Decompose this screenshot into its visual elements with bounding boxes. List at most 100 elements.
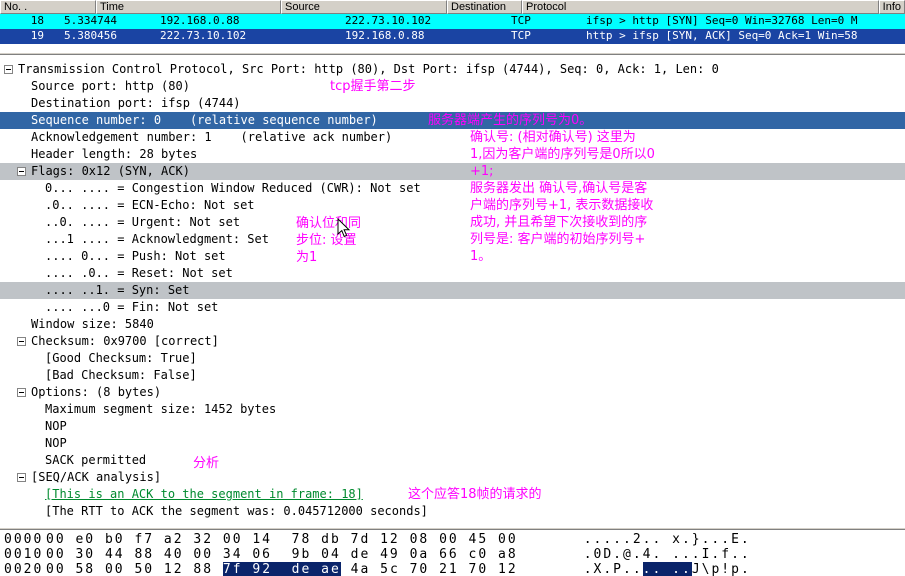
cell-info: http > ifsp [SYN, ACK] Seq=0 Ack=1 Win=5… bbox=[586, 29, 858, 42]
detail-row[interactable]: ...1 .... = Acknowledgment: Set bbox=[0, 231, 905, 248]
hex-ascii[interactable]: .0D.@.4. ...I.f.. bbox=[584, 547, 751, 562]
expander-icon[interactable] bbox=[17, 473, 26, 482]
hex-offset: 0010 bbox=[4, 547, 44, 562]
detail-text: .... ..1. = Syn: Set bbox=[45, 283, 190, 297]
annotation-analysis: 分析 bbox=[193, 456, 220, 471]
wireshark-window: No. . Time Source Destination Protocol I… bbox=[0, 0, 905, 576]
detail-row[interactable]: Transmission Control Protocol, Src Port:… bbox=[0, 61, 905, 78]
detail-row[interactable]: 0... .... = Congestion Window Reduced (C… bbox=[0, 180, 905, 197]
hex-row[interactable]: 0020 00 58 00 50 12 88 7f 92 de ae 4a 5c … bbox=[4, 562, 905, 576]
detail-row[interactable]: SACK permitted bbox=[0, 452, 905, 469]
expander-icon[interactable] bbox=[17, 167, 26, 176]
cell-no: 19 bbox=[30, 29, 44, 42]
expander-icon[interactable] bbox=[17, 337, 26, 346]
column-header[interactable]: Protocol bbox=[522, 0, 879, 14]
hex-bytes[interactable]: 00 e0 b0 f7 a2 32 00 14 78 db 7d 12 08 0… bbox=[46, 532, 518, 547]
detail-text: Checksum: 0x9700 [correct] bbox=[31, 334, 219, 348]
detail-text: [The RTT to ACK the segment was: 0.04571… bbox=[45, 504, 428, 518]
detail-text: .... .0.. = Reset: Not set bbox=[45, 266, 233, 280]
hex-offset: 0020 bbox=[4, 562, 44, 576]
annotation-seq-note: 服务器端产生的序列号为0。 bbox=[428, 113, 593, 128]
cell-protocol: TCP bbox=[511, 14, 531, 27]
hex-dump-pane: 0000 00 e0 b0 f7 a2 32 00 14 78 db 7d 12 … bbox=[0, 530, 905, 576]
detail-text: ..0. .... = Urgent: Not set bbox=[45, 215, 241, 229]
hex-row[interactable]: 0010 00 30 44 88 40 00 34 06 9b 04 de 49 … bbox=[4, 547, 905, 562]
detail-text: .0.. .... = ECN-Echo: Not set bbox=[45, 198, 255, 212]
column-header[interactable]: Source bbox=[281, 0, 447, 14]
detail-text: Header length: 28 bytes bbox=[31, 147, 198, 161]
detail-row[interactable]: [The RTT to ACK the segment was: 0.04571… bbox=[0, 503, 905, 520]
detail-row[interactable]: .... ..1. = Syn: Set bbox=[0, 282, 905, 299]
detail-row[interactable]: .... ...0 = Fin: Not set bbox=[0, 299, 905, 316]
detail-text: NOP bbox=[45, 419, 67, 433]
mouse-cursor bbox=[337, 218, 351, 238]
cell-time: 5.334744 bbox=[64, 14, 117, 27]
expander-icon[interactable] bbox=[17, 388, 26, 397]
cell-destination: 192.168.0.88 bbox=[345, 29, 425, 42]
hex-bytes[interactable]: 00 58 00 50 12 88 7f 92 de ae 4a 5c 70 2… bbox=[46, 562, 518, 576]
packet-row[interactable]: 18 5.334744 192.168.0.88 222.73.10.102 T… bbox=[0, 14, 905, 29]
annotation-ack-note: 确认号: (相对确认号) 这里为 1,因为客户端的序列号是0所以0 +1; 服务… bbox=[470, 130, 655, 264]
detail-row[interactable]: [Bad Checksum: False] bbox=[0, 367, 905, 384]
detail-row[interactable]: .... 0... = Push: Not set bbox=[0, 248, 905, 265]
detail-text: ...1 .... = Acknowledgment: Set bbox=[45, 232, 269, 246]
detail-text: 0... .... = Congestion Window Reduced (C… bbox=[45, 181, 421, 195]
hex-offset: 0000 bbox=[4, 532, 44, 547]
annotation-frame-ref: 这个应答18帧的请求的 bbox=[408, 487, 542, 502]
detail-text: .... 0... = Push: Not set bbox=[45, 249, 226, 263]
detail-text: Window size: 5840 bbox=[31, 317, 154, 331]
detail-text: Flags: 0x12 (SYN, ACK) bbox=[31, 164, 190, 178]
detail-row[interactable]: NOP bbox=[0, 435, 905, 452]
detail-row[interactable]: NOP bbox=[0, 418, 905, 435]
detail-row[interactable]: Header length: 28 bytes bbox=[0, 146, 905, 163]
expander-icon[interactable] bbox=[4, 65, 13, 74]
detail-text: [Good Checksum: True] bbox=[45, 351, 197, 365]
detail-row[interactable]: Destination port: ifsp (4744) bbox=[0, 95, 905, 112]
detail-row[interactable]: Checksum: 0x9700 [correct] bbox=[0, 333, 905, 350]
detail-row[interactable]: Maximum segment size: 1452 bytes bbox=[0, 401, 905, 418]
packet-list-empty-area bbox=[0, 44, 905, 52]
annotation-handshake-step: tcp握手第二步 bbox=[330, 79, 416, 94]
column-header[interactable]: No. . bbox=[0, 0, 96, 14]
cell-info: ifsp > http [SYN] Seq=0 Win=32768 Len=0 … bbox=[586, 14, 858, 27]
hex-bytes[interactable]: 00 30 44 88 40 00 34 06 9b 04 de 49 0a 6… bbox=[46, 547, 518, 562]
detail-row[interactable]: Source port: http (80) bbox=[0, 78, 905, 95]
column-header[interactable]: Info bbox=[878, 0, 905, 14]
cell-destination: 222.73.10.102 bbox=[345, 14, 432, 27]
detail-row[interactable]: Flags: 0x12 (SYN, ACK) bbox=[0, 163, 905, 180]
detail-text: [This is an ACK to the segment in frame:… bbox=[45, 487, 363, 501]
detail-text: Destination port: ifsp (4744) bbox=[31, 96, 241, 110]
detail-row[interactable]: .... .0.. = Reset: Not set bbox=[0, 265, 905, 282]
detail-text: NOP bbox=[45, 436, 67, 450]
cell-time: 5.380456 bbox=[64, 29, 117, 42]
detail-row[interactable]: Acknowledgement number: 1 (relative ack … bbox=[0, 129, 905, 146]
detail-row[interactable]: ..0. .... = Urgent: Not set bbox=[0, 214, 905, 231]
detail-row[interactable]: Options: (8 bytes) bbox=[0, 384, 905, 401]
packet-row[interactable]: 19 5.380456 222.73.10.102 192.168.0.88 T… bbox=[0, 29, 905, 44]
detail-text: Transmission Control Protocol, Src Port:… bbox=[18, 62, 719, 76]
detail-row[interactable]: [Good Checksum: True] bbox=[0, 350, 905, 367]
packet-list: 18 5.334744 192.168.0.88 222.73.10.102 T… bbox=[0, 14, 905, 44]
detail-text: SACK permitted bbox=[45, 453, 147, 467]
detail-text: Maximum segment size: 1452 bytes bbox=[45, 402, 277, 416]
column-header[interactable]: Destination bbox=[447, 0, 522, 14]
detail-tree: Transmission Control Protocol, Src Port:… bbox=[0, 61, 905, 520]
cell-source: 222.73.10.102 bbox=[160, 29, 247, 42]
detail-text: Options: (8 bytes) bbox=[31, 385, 162, 399]
detail-text: Sequence number: 0 (relative sequence nu… bbox=[31, 113, 378, 127]
cell-protocol: TCP bbox=[511, 29, 531, 42]
hex-ascii[interactable]: .X.P.... ..J\p!p. bbox=[584, 562, 751, 576]
hex-ascii[interactable]: .....2.. x.}...E. bbox=[584, 532, 751, 547]
hex-row[interactable]: 0000 00 e0 b0 f7 a2 32 00 14 78 db 7d 12 … bbox=[4, 532, 905, 547]
detail-row[interactable]: Window size: 5840 bbox=[0, 316, 905, 333]
packet-list-header: No. . Time Source Destination Protocol I… bbox=[0, 0, 905, 14]
annotation-flag-note: 确认位和同 步位: 设置 为1 bbox=[296, 216, 362, 265]
detail-text: [SEQ/ACK analysis] bbox=[31, 470, 162, 484]
cell-source: 192.168.0.88 bbox=[160, 14, 240, 27]
detail-text: Source port: http (80) bbox=[31, 79, 190, 93]
detail-row[interactable]: .0.. .... = ECN-Echo: Not set bbox=[0, 197, 905, 214]
detail-row[interactable]: [SEQ/ACK analysis] bbox=[0, 469, 905, 486]
detail-text: .... ...0 = Fin: Not set bbox=[45, 300, 219, 314]
column-header[interactable]: Time bbox=[96, 0, 281, 14]
cell-no: 18 bbox=[30, 14, 44, 27]
